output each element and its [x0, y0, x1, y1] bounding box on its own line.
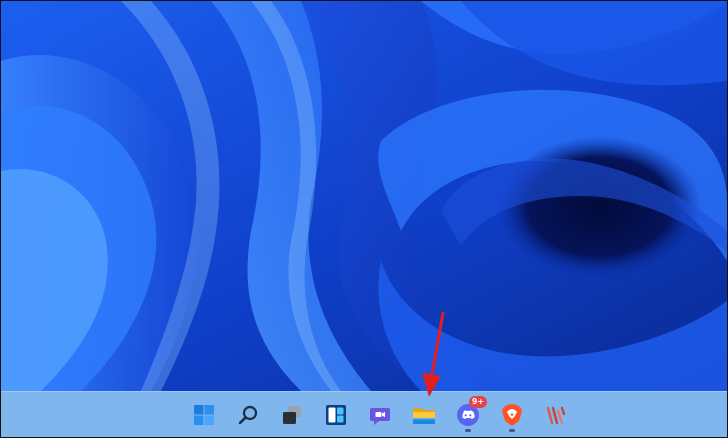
search-button[interactable] — [233, 399, 263, 431]
taskbar: 9+ — [1, 391, 727, 437]
file-explorer-button[interactable] — [409, 399, 439, 431]
widgets-button[interactable] — [321, 399, 351, 431]
chat-button[interactable] — [365, 399, 395, 431]
brave-button[interactable] — [497, 399, 527, 432]
start-button[interactable] — [189, 399, 219, 431]
desktop-screen: 9+ — [0, 0, 728, 438]
discord-button[interactable]: 9+ — [453, 396, 487, 432]
file-explorer-icon — [413, 408, 435, 424]
running-indicator — [509, 429, 515, 432]
start-icon — [194, 405, 214, 425]
desktop-wallpaper — [1, 1, 727, 391]
running-indicator — [465, 429, 471, 432]
brave-icon — [502, 404, 522, 426]
task-view-icon — [283, 406, 301, 424]
teams-chat-icon — [370, 408, 390, 425]
task-view-button[interactable] — [277, 399, 307, 431]
search-icon — [238, 405, 258, 425]
app-button[interactable] — [541, 399, 571, 431]
app-icon — [546, 406, 566, 425]
widgets-icon — [326, 405, 346, 425]
notification-badge: 9+ — [469, 396, 487, 408]
